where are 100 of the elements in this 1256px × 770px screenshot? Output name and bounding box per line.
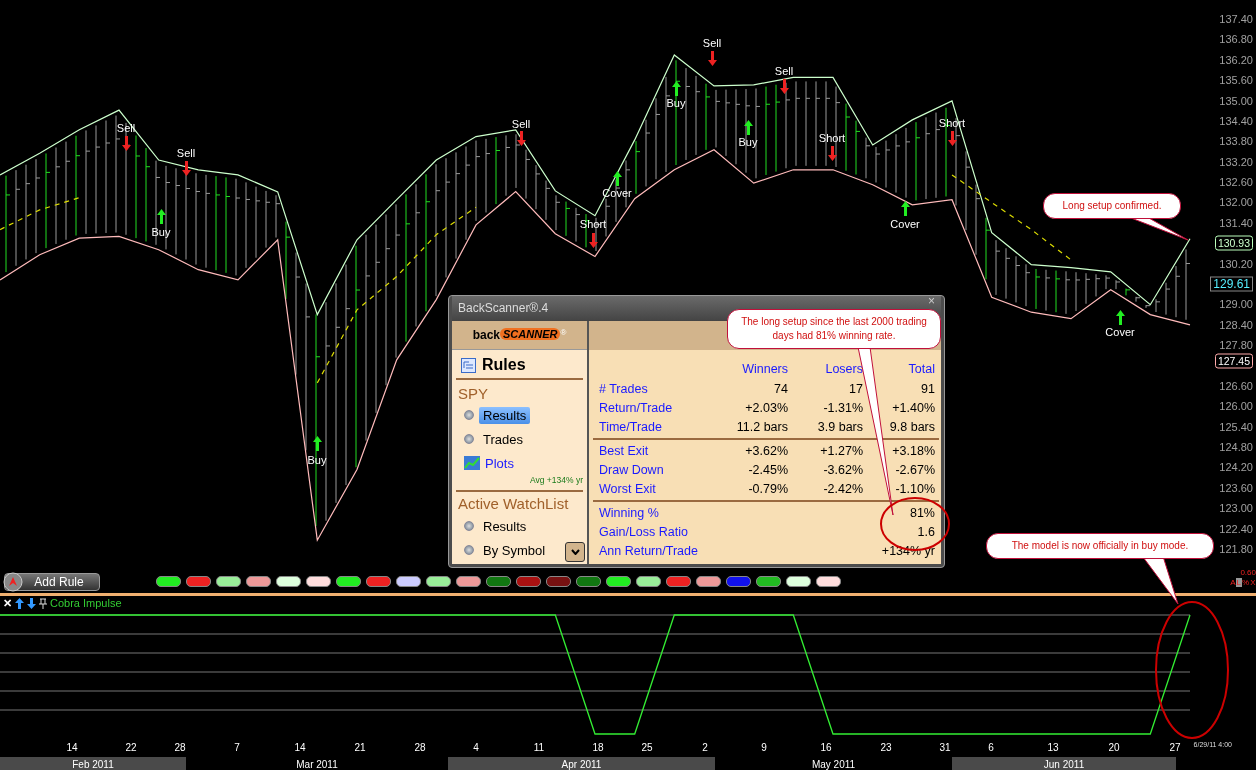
up-arrow-icon[interactable] xyxy=(15,597,24,609)
chevron-icon xyxy=(570,549,580,555)
list-item[interactable]: Results xyxy=(479,406,531,424)
color-swatch[interactable] xyxy=(696,576,721,587)
color-swatch[interactable] xyxy=(456,576,481,587)
axis-label: 121.80 xyxy=(1219,542,1253,556)
table-cell-text: +2.03% xyxy=(744,400,788,417)
axis-label: 132.00 xyxy=(1219,195,1253,209)
table-cell-text: -1.10% xyxy=(894,481,935,498)
radio-dot[interactable] xyxy=(464,545,474,555)
up-arrow-icon xyxy=(157,209,166,224)
axis-label: 27 xyxy=(1169,742,1181,753)
color-swatch[interactable] xyxy=(576,576,601,587)
axis-mode-toggle[interactable]: A xyxy=(1229,578,1237,587)
row-label: # Trades xyxy=(599,381,649,398)
row-label: Ann Return/Trade xyxy=(599,543,699,560)
table-cell-text: 3.9 bars xyxy=(816,419,863,436)
color-swatch[interactable] xyxy=(486,576,511,587)
add-rule-button[interactable]: Add Rule xyxy=(4,572,100,591)
color-swatch[interactable] xyxy=(516,576,541,587)
table-cell-text: 81% xyxy=(908,505,935,522)
axis-label: 13 xyxy=(1047,742,1059,753)
column-header: Total xyxy=(907,361,935,378)
signal-label: Buy xyxy=(151,226,171,238)
list-item[interactable]: Results xyxy=(479,517,531,535)
row-label: Time/Trade xyxy=(599,419,663,436)
axis-label: 129.00 xyxy=(1219,297,1253,311)
color-swatch[interactable] xyxy=(336,576,361,587)
row-label: Best Exit xyxy=(599,443,650,460)
color-swatch[interactable] xyxy=(666,576,691,587)
watchlist-heading: Active WatchList xyxy=(456,490,583,514)
price-tag: 127.45 xyxy=(1214,353,1253,369)
color-swatch[interactable] xyxy=(306,576,331,587)
rules-icon xyxy=(461,357,476,373)
color-swatch[interactable] xyxy=(366,576,391,587)
down-arrow-icon xyxy=(589,233,598,248)
close-icon[interactable]: ✕ xyxy=(3,596,12,610)
pin-icon[interactable] xyxy=(39,597,47,609)
signal-label: Sell xyxy=(176,147,196,159)
color-swatch[interactable] xyxy=(546,576,571,587)
axis-label: 18 xyxy=(592,742,604,753)
close-icon[interactable]: × xyxy=(928,296,935,307)
down-arrow-icon xyxy=(948,131,957,146)
radio-dot[interactable] xyxy=(464,521,474,531)
color-swatch[interactable] xyxy=(396,576,421,587)
window-title: BackScanner®.4 xyxy=(458,301,549,315)
signal-label: Buy xyxy=(738,136,758,148)
color-swatch[interactable] xyxy=(606,576,631,587)
up-arrow-icon xyxy=(901,201,910,216)
radio-dot[interactable] xyxy=(464,410,474,420)
table-cell-text: +3.18% xyxy=(891,443,935,460)
price-tag: 129.61 xyxy=(1210,276,1253,292)
down-arrow-icon[interactable] xyxy=(27,597,36,609)
color-swatch[interactable] xyxy=(246,576,271,587)
table-cell-text: 17 xyxy=(848,381,863,398)
panel-heading: Rules xyxy=(482,356,526,374)
axis-label: 124.80 xyxy=(1219,440,1253,454)
color-swatch[interactable] xyxy=(156,576,181,587)
logo-text: ® xyxy=(560,328,567,337)
axis-label: 137.40 xyxy=(1219,12,1253,26)
table-cell-text: -1.31% xyxy=(822,400,863,417)
color-swatch[interactable] xyxy=(186,576,211,587)
month-label: May 2011 xyxy=(810,758,857,770)
axis-label: 123.60 xyxy=(1219,481,1253,495)
color-swatch[interactable] xyxy=(816,576,841,587)
plots-link[interactable]: Plots xyxy=(485,455,514,471)
indicator-title: Cobra Impulse xyxy=(50,597,122,609)
logo-text: SCANNER xyxy=(500,328,561,340)
signal-label: Sell xyxy=(116,122,136,134)
axis-label: 123.00 xyxy=(1219,501,1253,515)
color-swatch[interactable] xyxy=(426,576,451,587)
color-swatch[interactable] xyxy=(216,576,241,587)
axis-label: 135.60 xyxy=(1219,73,1253,87)
axis-label: 14 xyxy=(294,742,306,753)
month-label: Apr 2011 xyxy=(448,757,715,770)
table-cell-text: -2.42% xyxy=(822,481,863,498)
dropdown-button[interactable] xyxy=(565,542,585,562)
signal-label: Cover xyxy=(890,218,920,230)
radio-dot[interactable] xyxy=(464,434,474,444)
up-arrow-icon xyxy=(744,120,753,135)
color-swatch[interactable] xyxy=(726,576,751,587)
table-cell-text: 11.2 bars xyxy=(735,419,788,436)
axis-label: 4 xyxy=(473,742,479,753)
axis-mode-toggle[interactable]: % xyxy=(1241,578,1250,587)
axis-label: 125.40 xyxy=(1219,420,1253,434)
axis-label: 22 xyxy=(125,742,137,753)
color-swatch[interactable] xyxy=(276,576,301,587)
color-swatch[interactable] xyxy=(636,576,661,587)
up-arrow-icon xyxy=(1116,310,1125,325)
table-cell-text: +1.27% xyxy=(819,443,863,460)
color-swatch[interactable] xyxy=(786,576,811,587)
list-item[interactable]: Trades xyxy=(479,430,527,448)
signal-label: Sell xyxy=(511,118,531,130)
axis-label: 11 xyxy=(533,742,545,753)
up-arrow-icon xyxy=(613,171,622,186)
column-header: Losers xyxy=(824,361,863,378)
axis-label: 122.40 xyxy=(1219,522,1253,536)
color-swatch[interactable] xyxy=(756,576,781,587)
axis-mode-toggle[interactable]: X xyxy=(1249,578,1256,587)
list-item[interactable]: By Symbol xyxy=(479,541,550,559)
